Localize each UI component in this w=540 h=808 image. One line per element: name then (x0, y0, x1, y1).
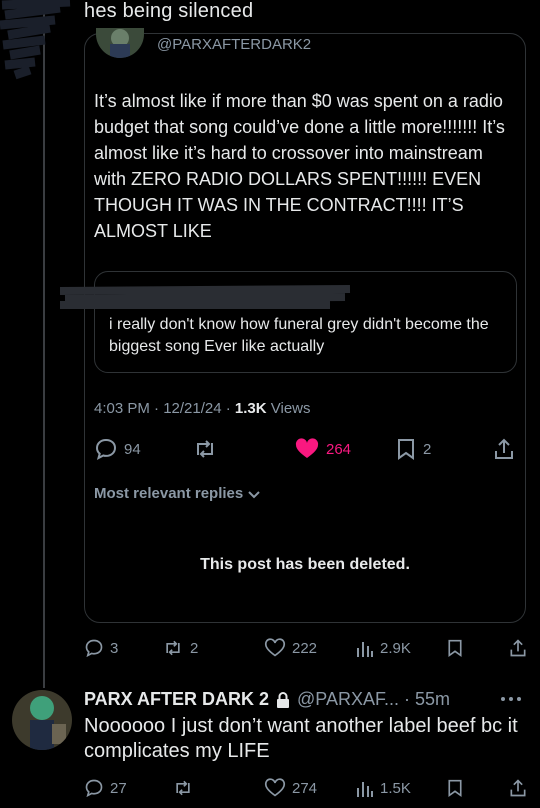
reply-count: 3 (110, 639, 119, 657)
relevant-replies-label: Most relevant replies (94, 485, 244, 502)
author-handle[interactable]: @PARXAF... · 55m (297, 689, 450, 710)
analytics-icon (357, 782, 373, 797)
reply-icon (85, 639, 103, 658)
post-text: hes being silenced (84, 0, 254, 22)
like-count: 274 (292, 779, 318, 797)
avatar[interactable] (12, 690, 72, 750)
share-button[interactable] (508, 778, 528, 798)
reply-button[interactable]: 27 (84, 778, 127, 798)
views-label: Views (266, 400, 311, 417)
bookmark-button[interactable] (446, 778, 464, 798)
like-button[interactable]: 222 (264, 638, 317, 658)
bookmark-icon (448, 639, 462, 657)
reply-count: 94 (124, 440, 141, 458)
nested-quote-text: i really don't know how funeral grey did… (109, 316, 489, 355)
share-button[interactable] (508, 638, 528, 658)
bookmark-button[interactable]: 2 (395, 437, 431, 461)
reply-text: Noooooo I just don’t want another label … (84, 715, 518, 762)
post-metadata: 4:03 PM · 12/21/24 · 1.3K Views (94, 400, 311, 417)
reply-header: PARX AFTER DARK 2 @PARXAF... · 55m (84, 689, 450, 710)
more-icon[interactable] (500, 694, 522, 704)
reply-icon (85, 779, 103, 798)
author-name[interactable]: PARX AFTER DARK 2 (84, 689, 269, 710)
repost-button[interactable] (192, 437, 218, 461)
bookmark-icon (448, 779, 462, 797)
views-button[interactable]: 2.9K (356, 638, 411, 658)
repost-icon (166, 640, 180, 656)
reply-count: 27 (110, 779, 127, 797)
repost-icon (176, 780, 190, 796)
relevant-replies-dropdown[interactable]: Most relevant replies (94, 485, 261, 502)
redaction-scribble (0, 0, 71, 80)
views-button[interactable]: 1.5K (356, 778, 411, 798)
reply-button[interactable]: 94 (94, 437, 141, 461)
bookmark-icon (398, 439, 414, 460)
like-count: 222 (292, 639, 318, 657)
reply-icon (95, 438, 117, 460)
deleted-post-notice: This post has been deleted. (200, 556, 410, 573)
analytics-icon (357, 642, 373, 657)
bookmark-button[interactable] (446, 638, 464, 658)
share-button[interactable] (492, 437, 516, 461)
repost-count: 2 (190, 639, 199, 657)
thread-line (43, 0, 45, 688)
share-icon (510, 779, 526, 797)
chevron-down-icon (248, 490, 260, 498)
reply-button[interactable]: 3 (84, 638, 118, 658)
views-count: 1.5K (380, 779, 411, 797)
heart-outline-icon (264, 638, 286, 657)
bookmark-count: 2 (423, 440, 432, 458)
views-count: 2.9K (380, 639, 411, 657)
like-button[interactable]: 264 (294, 437, 351, 461)
heart-icon (295, 438, 319, 458)
heart-outline-icon (264, 778, 286, 797)
redaction-scribble (60, 285, 351, 309)
share-icon (510, 639, 526, 657)
quoted-handle[interactable]: @PARXAFTERDARK2 (157, 36, 311, 53)
like-button[interactable]: 274 (264, 778, 317, 798)
repost-button[interactable]: 2 (162, 638, 198, 658)
views-count: 1.3K (234, 400, 267, 417)
repost-icon (197, 440, 213, 458)
lock-icon (277, 691, 290, 708)
repost-button[interactable] (172, 778, 194, 798)
post-time: 4:03 PM · 12/21/24 · (94, 400, 235, 417)
share-icon (495, 438, 513, 459)
like-count: 264 (326, 440, 352, 458)
quoted-post-text: It’s almost like if more than $0 was spe… (94, 91, 505, 241)
